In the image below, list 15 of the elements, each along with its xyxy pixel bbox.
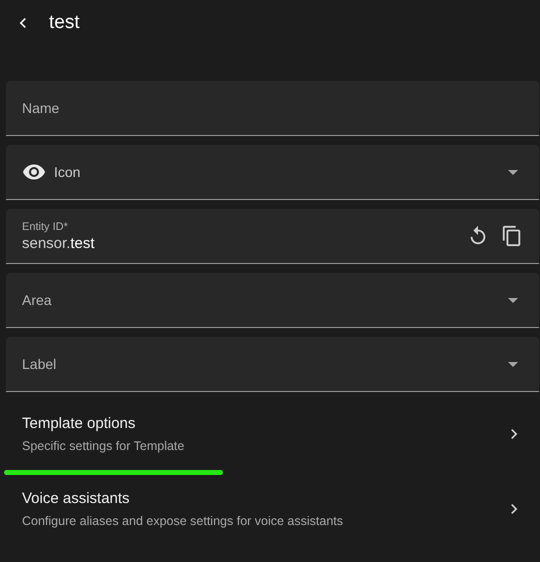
dropdown-icon [508,298,518,302]
select-field[interactable]: Label [6,337,539,391]
field-label: Entity ID* [22,220,69,232]
copy-icon[interactable] [501,225,523,247]
icon-picker[interactable]: Icon [6,145,539,199]
name-field[interactable]: Name [6,81,539,135]
select-field[interactable]: Area [6,273,539,327]
entity-id-field[interactable]: sensor.test [22,234,467,252]
option-title[interactable]: Template options [22,415,136,432]
option-title[interactable]: Voice assistants [22,490,130,507]
option-subtitle: Configure aliases and expose settings for voice assistants [22,514,344,528]
option-subtitle: Specific settings for Template [22,439,186,453]
page-title: test [49,12,80,34]
dropdown-icon [508,170,518,174]
dropdown-icon [508,362,518,366]
